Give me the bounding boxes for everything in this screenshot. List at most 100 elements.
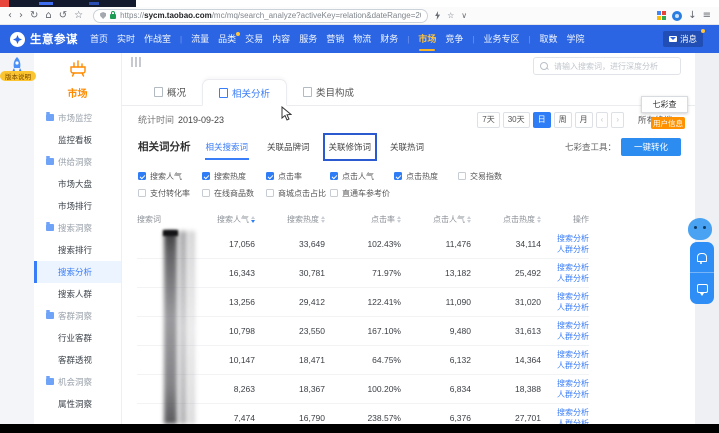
sidebar-item-监控看板[interactable]: 监控看板 — [34, 129, 121, 151]
chevron-down-icon[interactable]: ∨ — [461, 11, 467, 20]
sidebar-item-市场大盘[interactable]: 市场大盘 — [34, 173, 121, 195]
metric-checkbox-商城点击占比[interactable]: 商城点击占比 — [266, 187, 330, 199]
download-icon[interactable]: ↓ — [688, 11, 696, 21]
sidebar-item-供给洞察[interactable]: 供给洞察 — [34, 151, 121, 173]
stat-date[interactable]: 2019-09-23 — [178, 115, 224, 125]
keyword-search-box[interactable] — [533, 57, 681, 75]
relation-tab-关联修饰词[interactable]: 关联修饰词 — [328, 138, 373, 156]
sidebar-item-行业客群[interactable]: 行业客群 — [34, 327, 121, 349]
relation-tab-关联热词[interactable]: 关联热词 — [389, 138, 425, 156]
bookmark-star-icon[interactable]: ☆ — [447, 11, 454, 20]
metric-checkbox-点击人气[interactable]: 点击人气 — [330, 170, 394, 182]
topnav-item-交易[interactable]: 交易 — [245, 25, 263, 53]
search-icon — [540, 62, 548, 70]
metric-checkbox-搜索人气[interactable]: 搜索人气 — [138, 170, 202, 182]
metric-checkbox-点击热度[interactable]: 点击热度 — [394, 170, 458, 182]
sidebar-item-搜索洞察[interactable]: 搜索洞察 — [34, 217, 121, 239]
action-link-搜索分析[interactable]: 搜索分析 — [557, 379, 589, 389]
topnav-item-财务[interactable]: 财务 — [380, 25, 398, 53]
column-header-搜索人气[interactable]: 搜索人气 — [199, 214, 255, 225]
topnav-item-内容[interactable]: 内容 — [272, 25, 290, 53]
address-bar[interactable]: https://sycm.taobao.com/mc/mq/search_ana… — [93, 9, 428, 23]
metric-checkbox-支付转化率[interactable]: 支付转化率 — [138, 187, 202, 199]
back-icon[interactable]: ‹ — [8, 11, 12, 21]
sidebar-item-搜索排行[interactable]: 搜索排行 — [34, 239, 121, 261]
metric-checkbox-搜索热度[interactable]: 搜索热度 — [202, 170, 266, 182]
action-link-搜索分析[interactable]: 搜索分析 — [557, 234, 589, 244]
date-button-7天[interactable]: 7天 — [477, 112, 499, 128]
sidebar-item-属性洞察[interactable]: 属性洞察 — [34, 393, 121, 415]
action-link-搜索分析[interactable]: 搜索分析 — [557, 321, 589, 331]
reload-icon[interactable]: ↻ — [30, 11, 38, 21]
metric-checkbox-在线商品数[interactable]: 在线商品数 — [202, 187, 266, 199]
column-header-点击率[interactable]: 点击率 — [325, 214, 401, 225]
version-badge[interactable]: 版本说明 — [0, 71, 36, 81]
date-button-周[interactable]: 周 — [554, 112, 572, 128]
drag-handle-icon[interactable] — [131, 57, 141, 67]
action-link-人群分析[interactable]: 人群分析 — [557, 274, 589, 284]
extensions-grid-icon[interactable] — [657, 11, 666, 20]
messages-button[interactable]: 消息 — [663, 31, 703, 47]
star-icon[interactable]: ☆ — [74, 11, 83, 21]
date-button-月[interactable]: 月 — [575, 112, 593, 128]
metric-checkbox-点击率[interactable]: 点击率 — [266, 170, 330, 182]
sidebar-item-搜索人群[interactable]: 搜索人群 — [34, 283, 121, 305]
extension-icon[interactable] — [672, 11, 682, 21]
column-header-点击热度[interactable]: 点击热度 — [471, 214, 541, 225]
action-link-人群分析[interactable]: 人群分析 — [557, 332, 589, 342]
topnav-item-首页[interactable]: 首页 — [90, 25, 108, 53]
next-period-button[interactable]: › — [611, 112, 624, 128]
tab-相关分析[interactable]: 相关分析 — [202, 79, 287, 106]
forward-icon[interactable]: › — [19, 11, 23, 21]
action-link-搜索分析[interactable]: 搜索分析 — [557, 292, 589, 302]
topnav-item-学院[interactable]: 学院 — [567, 25, 585, 53]
topnav-item-服务[interactable]: 服务 — [299, 25, 317, 53]
tab-概况[interactable]: 概况 — [138, 79, 202, 105]
home-icon[interactable]: ⌂ — [45, 11, 51, 21]
action-link-人群分析[interactable]: 人群分析 — [557, 303, 589, 313]
sidebar-item-市场监控[interactable]: 市场监控 — [34, 107, 121, 129]
bell-button[interactable] — [690, 242, 714, 273]
topnav-item-品类[interactable]: 品类 — [218, 25, 236, 53]
folder-icon — [46, 224, 54, 231]
metric-checkbox-直通车参考价[interactable]: 直通车参考价 — [330, 187, 394, 199]
date-button-30天[interactable]: 30天 — [503, 112, 530, 128]
user-info-button[interactable]: 用户信息 — [651, 117, 685, 129]
topnav-item-物流[interactable]: 物流 — [353, 25, 371, 53]
action-link-人群分析[interactable]: 人群分析 — [557, 245, 589, 255]
browser-toolbar: ‹ › ↻ ⌂ ↺ ☆ https://sycm.taobao.com/mc/m… — [0, 7, 719, 25]
relation-tab-关联品牌词[interactable]: 关联品牌词 — [266, 138, 311, 156]
topnav-item-市场[interactable]: 市场 — [418, 25, 436, 53]
plugin-flash-icon[interactable] — [435, 11, 440, 20]
topnav-item-营销[interactable]: 营销 — [326, 25, 344, 53]
sidebar-item-客群洞察[interactable]: 客群洞察 — [34, 305, 121, 327]
action-link-搜索分析[interactable]: 搜索分析 — [557, 408, 589, 418]
action-link-人群分析[interactable]: 人群分析 — [557, 390, 589, 400]
topnav-item-取数[interactable]: 取数 — [540, 25, 558, 53]
date-button-日[interactable]: 日 — [533, 112, 551, 128]
mascot-icon[interactable] — [688, 218, 712, 240]
topnav-item-竞争[interactable]: 竞争 — [445, 25, 463, 53]
topnav-item-业务专区[interactable]: 业务专区 — [483, 25, 519, 53]
tab-类目构成[interactable]: 类目构成 — [287, 79, 370, 105]
sidebar-item-机会洞察[interactable]: 机会洞察 — [34, 371, 121, 393]
search-input[interactable] — [552, 61, 674, 72]
column-header-搜索热度[interactable]: 搜索热度 — [255, 214, 325, 225]
undo-icon[interactable]: ↺ — [59, 11, 67, 21]
sidebar-item-市场排行[interactable]: 市场排行 — [34, 195, 121, 217]
topnav-item-实时[interactable]: 实时 — [117, 25, 135, 53]
metric-checkbox-交易指数[interactable]: 交易指数 — [458, 170, 522, 182]
relation-tab-相关搜索词[interactable]: 相关搜索词 — [205, 138, 250, 156]
sidebar-item-搜索分析[interactable]: 搜索分析 — [34, 261, 121, 283]
prev-period-button[interactable]: ‹ — [596, 112, 609, 128]
one-key-convert-button[interactable]: 一键转化 — [621, 138, 681, 156]
topnav-item-流量[interactable]: 流量 — [191, 25, 209, 53]
menu-icon[interactable]: ≡ — [703, 11, 711, 21]
sidebar-item-客群透视[interactable]: 客群透视 — [34, 349, 121, 371]
topnav-item-作战室[interactable]: 作战室 — [144, 25, 171, 53]
column-header-点击人气[interactable]: 点击人气 — [401, 214, 471, 225]
action-link-搜索分析[interactable]: 搜索分析 — [557, 350, 589, 360]
chat-button[interactable] — [690, 273, 714, 304]
action-link-搜索分析[interactable]: 搜索分析 — [557, 263, 589, 273]
action-link-人群分析[interactable]: 人群分析 — [557, 361, 589, 371]
